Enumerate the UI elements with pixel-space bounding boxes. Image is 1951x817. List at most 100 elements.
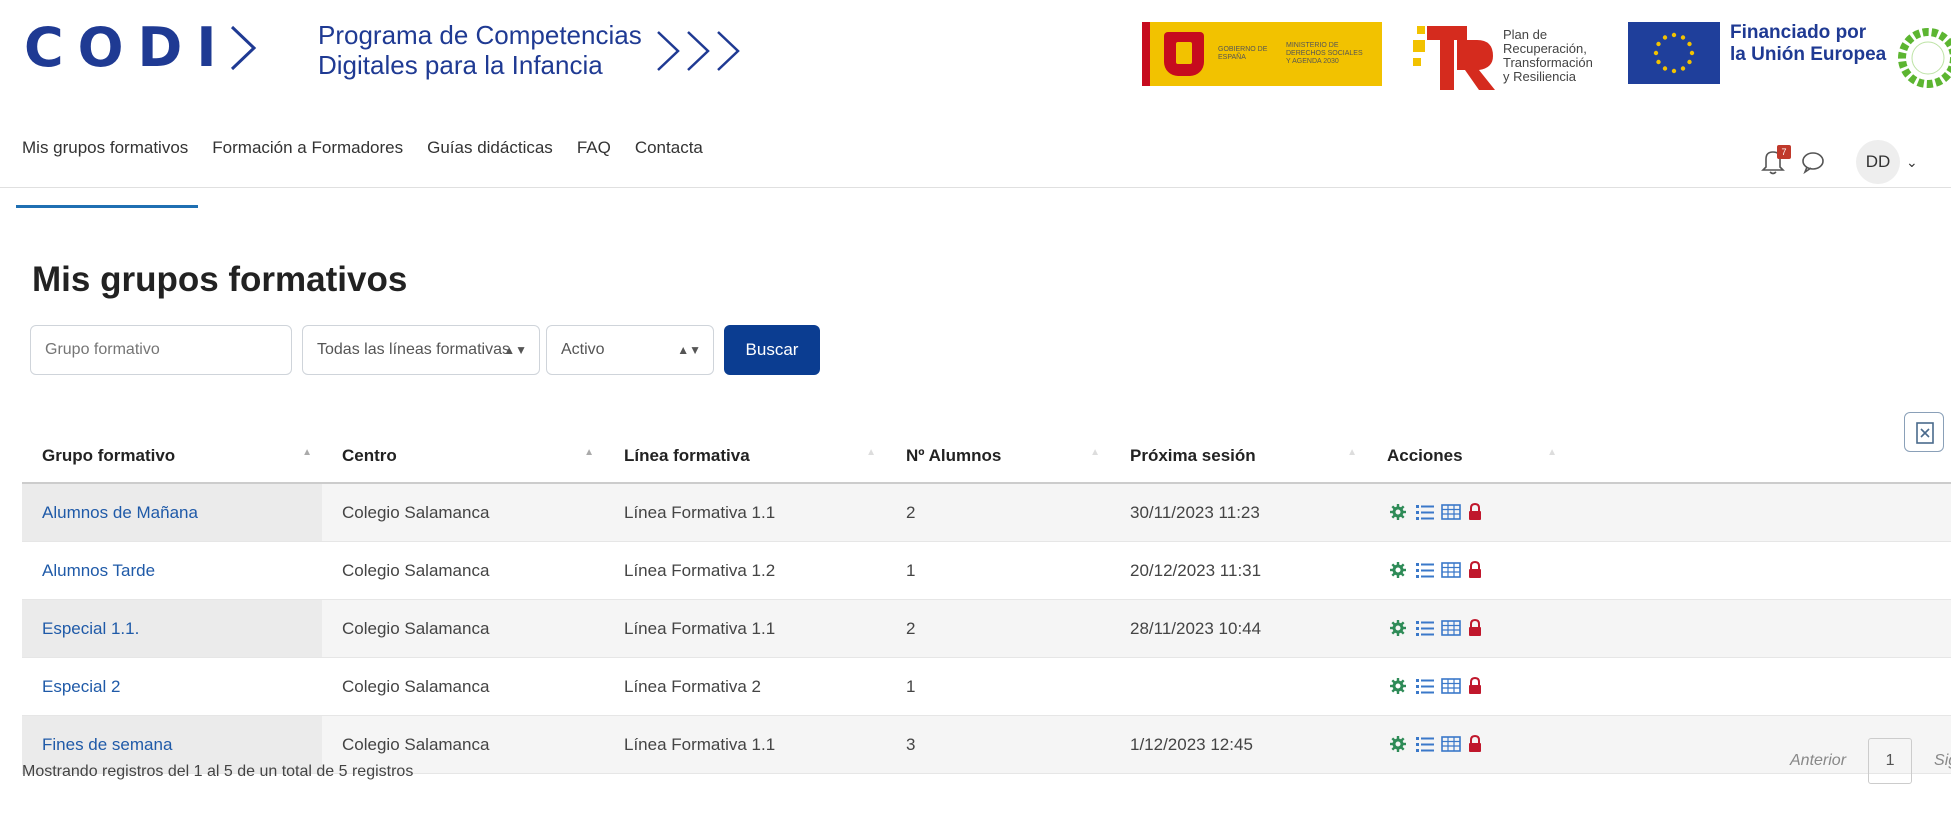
grid-icon[interactable]	[1441, 677, 1461, 697]
avatar[interactable]: DD	[1856, 140, 1900, 184]
ministry-text: MINISTERIO DE DERECHOS SOCIALES Y AGENDA…	[1286, 42, 1363, 65]
codi-logo-text: CODI	[24, 16, 231, 79]
nav-item-mis-grupos[interactable]: Mis grupos formativos	[15, 128, 199, 208]
page-title: Mis grupos formativos	[32, 260, 408, 299]
eu-flag-icon	[1628, 22, 1720, 84]
cell-sesion: 20/12/2023 11:31	[1130, 561, 1262, 580]
cell-linea: Línea Formativa 1.2	[624, 561, 776, 580]
col-header-label: Próxima sesión	[1130, 446, 1256, 465]
group-link[interactable]: Alumnos Tarde	[42, 561, 155, 580]
pagination-current-page[interactable]: 1	[1868, 738, 1913, 784]
pagination-next[interactable]: Siguiente	[1934, 752, 1951, 770]
user-menu-area: 7 DD ⌄	[1760, 140, 1918, 184]
grid-icon[interactable]	[1441, 735, 1461, 755]
gear-icon[interactable]	[1389, 561, 1409, 581]
sort-icon: ▲	[1090, 447, 1100, 458]
list-icon[interactable]	[1415, 735, 1435, 755]
table-row: Alumnos de Mañana Colegio Salamanca Línea …	[22, 484, 1951, 542]
site-header: CODI Programa de Competencias Digitales …	[0, 0, 1951, 100]
search-button[interactable]: Buscar	[724, 325, 820, 375]
lock-icon[interactable]	[1467, 502, 1487, 523]
cell-grupo: Especial 2	[22, 658, 322, 715]
cell-acciones	[1367, 600, 1567, 658]
agenda-2030-logo-icon	[1898, 28, 1951, 88]
col-header-sesion[interactable]: Próxima sesión ▲	[1110, 428, 1367, 482]
gear-icon[interactable]	[1389, 619, 1409, 639]
cell-centro: Colegio Salamanca	[342, 503, 490, 522]
program-title-line1: Programa de Competencias	[318, 20, 642, 50]
lock-icon[interactable]	[1467, 560, 1487, 581]
col-header-grupo[interactable]: Grupo formativo ▲	[22, 428, 322, 482]
group-search-input[interactable]	[30, 325, 292, 375]
cell-sesion: 1/12/2023 12:45	[1130, 735, 1253, 754]
sort-icon: ▲	[1347, 447, 1357, 458]
tr-text-line: y Resiliencia	[1503, 69, 1576, 84]
nav-item-formacion-formadores[interactable]: Formación a Formadores	[212, 128, 403, 188]
tr-text: Plan de Recuperación, Transformación y R…	[1503, 28, 1593, 84]
cell-alumnos: 1	[906, 677, 916, 696]
cell-acciones	[1367, 716, 1567, 774]
cell-acciones	[1367, 658, 1567, 716]
lock-icon[interactable]	[1467, 618, 1487, 639]
sort-asc-icon: ▲	[302, 447, 312, 458]
cell-grupo: Alumnos de Mañana	[22, 484, 322, 541]
gear-icon[interactable]	[1389, 735, 1409, 755]
group-link[interactable]: Especial 1.1.	[42, 619, 139, 638]
sort-icon: ▲	[584, 447, 594, 458]
filters-bar: Todas las líneas formativas ▲▼ Activo ▲▼…	[30, 325, 820, 375]
col-header-acciones: Acciones ▲	[1367, 428, 1567, 482]
chat-icon[interactable]	[1800, 149, 1826, 175]
groups-table: Grupo formativo ▲ Centro ▲ Línea formativa…	[22, 428, 1951, 774]
coat-of-arms-icon	[1164, 32, 1204, 76]
list-icon[interactable]	[1415, 503, 1435, 523]
list-icon[interactable]	[1415, 561, 1435, 581]
list-icon[interactable]	[1415, 677, 1435, 697]
group-link[interactable]: Fines de semana	[42, 735, 172, 754]
cell-acciones	[1367, 542, 1567, 600]
nav-items: Mis grupos formativos Formación a Formad…	[15, 128, 727, 208]
table-header: Grupo formativo ▲ Centro ▲ Línea formativa…	[22, 428, 1951, 484]
line-select-value: Todas las líneas formativas	[317, 341, 510, 358]
plan-recuperacion-logo: Plan de Recuperación, Transformación y R…	[1413, 18, 1593, 94]
notifications-button[interactable]: 7	[1760, 145, 1791, 177]
group-link[interactable]: Especial 2	[42, 677, 120, 696]
col-header-alumnos[interactable]: Nº Alumnos ▲	[886, 428, 1110, 482]
eu-text-line: la Unión Europea	[1730, 44, 1887, 65]
codi-logo[interactable]: CODI	[24, 18, 262, 78]
col-header-label: Acciones	[1387, 446, 1463, 465]
cell-grupo: Especial 1.1.	[22, 600, 322, 657]
gear-icon[interactable]	[1389, 503, 1409, 523]
grid-icon[interactable]	[1441, 503, 1461, 523]
list-icon[interactable]	[1415, 619, 1435, 639]
grid-icon[interactable]	[1441, 561, 1461, 581]
group-link[interactable]: Alumnos de Mañana	[42, 503, 198, 522]
lock-icon[interactable]	[1467, 676, 1487, 697]
table-row: Especial 1.1. Colegio Salamanca Línea Form…	[22, 600, 1951, 658]
gov-red-stripe	[1142, 22, 1150, 86]
cell-sesion	[1110, 658, 1367, 715]
gear-icon[interactable]	[1389, 677, 1409, 697]
cell-alumnos: 2	[906, 619, 916, 638]
nav-item-contacta[interactable]: Contacta	[635, 128, 703, 188]
pagination-prev[interactable]: Anterior	[1790, 752, 1846, 770]
chevron-down-icon[interactable]: ⌄	[1906, 154, 1918, 171]
col-header-label: Nº Alumnos	[906, 446, 1002, 465]
nav-item-faq[interactable]: FAQ	[577, 128, 611, 188]
select-arrows-icon: ▲▼	[503, 343, 527, 357]
sort-icon: ▲	[866, 447, 876, 458]
table-row: Alumnos Tarde Colegio Salamanca Línea Form…	[22, 542, 1951, 600]
select-arrows-icon: ▲▼	[677, 343, 701, 357]
lock-icon[interactable]	[1467, 734, 1487, 755]
grid-icon[interactable]	[1441, 619, 1461, 639]
cell-acciones	[1367, 484, 1567, 542]
cell-centro: Colegio Salamanca	[342, 677, 490, 696]
program-title: Programa de Competencias Digitales para …	[318, 20, 642, 80]
col-header-centro[interactable]: Centro ▲	[322, 428, 604, 482]
chevron-right-icon	[231, 25, 257, 71]
line-select[interactable]: Todas las líneas formativas ▲▼	[302, 325, 540, 375]
tr-text-line: Transformación	[1503, 55, 1593, 70]
col-header-linea[interactable]: Línea formativa ▲	[604, 428, 886, 482]
cell-sesion: 28/11/2023 10:44	[1130, 619, 1262, 638]
status-select[interactable]: Activo ▲▼	[546, 325, 714, 375]
nav-item-guias-didacticas[interactable]: Guías didácticas	[427, 128, 553, 188]
